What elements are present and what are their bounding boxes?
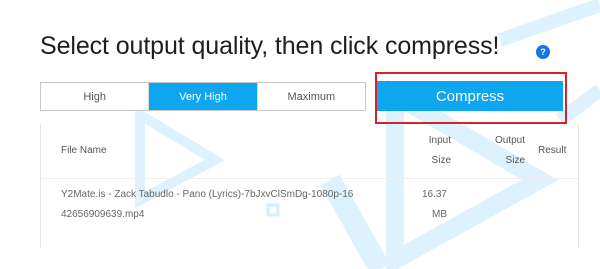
file-name-line2: 42656909639.mp4 <box>61 209 145 220</box>
quality-maximum-button[interactable]: Maximum <box>256 83 365 110</box>
table-divider <box>41 178 578 179</box>
column-header-output-size-line1: Output <box>494 135 525 146</box>
input-size-unit: MB <box>432 209 447 220</box>
quality-high-button[interactable]: High <box>41 83 148 110</box>
column-header-input-size-line1: Input <box>428 135 451 146</box>
help-icon[interactable]: ? <box>536 45 550 59</box>
files-table: File Name Input Size Output Size Result … <box>40 124 579 248</box>
column-header-result: Result <box>538 145 567 156</box>
column-header-input-size-line2: Size <box>431 155 451 166</box>
table-row-file-name: Y2Mate.is - Zack Tabudlo - Pano (Lyrics)… <box>61 185 401 225</box>
column-header-output-size: Output Size <box>485 131 525 171</box>
input-size-value: 16.37 <box>421 189 447 200</box>
page-title: Select output quality, then click compre… <box>40 32 500 60</box>
table-row-input-size: 16.37 MB <box>411 185 447 225</box>
column-header-output-size-line2: Size <box>505 155 525 166</box>
compress-button[interactable]: Compress <box>377 81 563 111</box>
column-header-input-size: Input Size <box>411 131 451 171</box>
file-name-line1: Y2Mate.is - Zack Tabudlo - Pano (Lyrics)… <box>61 189 354 200</box>
quality-very-high-button[interactable]: Very High <box>148 83 257 110</box>
column-header-file-name: File Name <box>61 145 107 156</box>
quality-selector: High Very High Maximum <box>40 82 366 111</box>
